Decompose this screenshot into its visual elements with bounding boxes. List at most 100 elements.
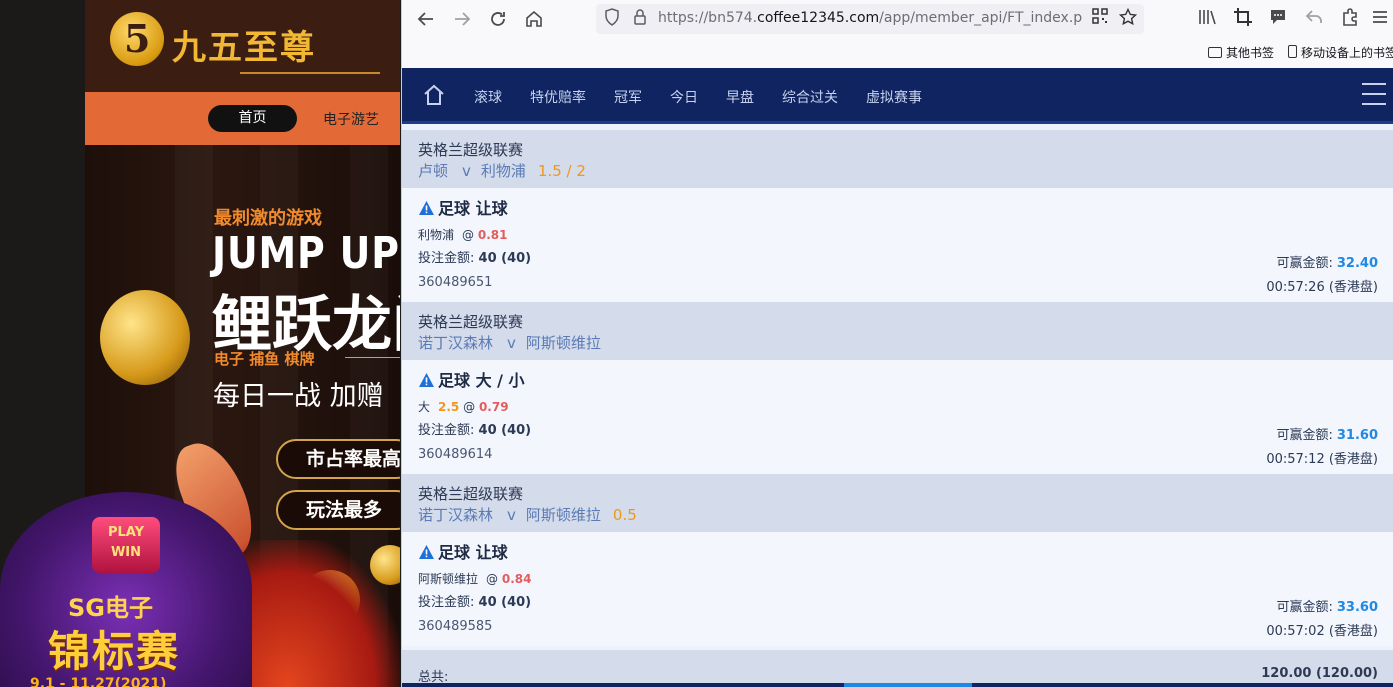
bet-card[interactable]: 足球 让球 利物浦 @ 0.81 投注金额: 40 (40) 可赢金额: 32.40… (402, 188, 1393, 302)
url-text[interactable]: https://bn574.coffee12345.com/app/member… (658, 10, 1082, 26)
pick-selection: 利物浦 (418, 228, 455, 242)
league-header: 英格兰超级联赛 诺丁汉森林 v 阿斯顿维拉 0.5 (402, 474, 1393, 532)
menu-hamburger-icon[interactable] (1368, 7, 1392, 31)
total-bar: 总共: 120.00 (120.00) (402, 650, 1393, 687)
odds-value: 0.79 (478, 400, 509, 414)
reload-icon[interactable] (486, 7, 510, 31)
nav-item-today[interactable]: 今日 (670, 87, 698, 107)
bet-id: 360489651 (418, 275, 493, 290)
win-amount: 32.40 (1336, 256, 1378, 271)
banner-pill-1[interactable]: 市占率最高 (276, 439, 400, 479)
shield-icon[interactable] (602, 8, 622, 30)
nav-item-special-odds[interactable]: 特优赔率 (530, 87, 586, 107)
stake-amount: 40 (40) (478, 595, 532, 610)
back-arrow-icon[interactable] (414, 7, 438, 31)
bet-type-title: 足球 让球 (418, 198, 1378, 220)
site-logo-text[interactable]: 九五至尊 (172, 20, 316, 69)
odds-value: 0.81 (477, 228, 508, 242)
match-line: 诺丁汉森林 v 阿斯顿维拉 0.5 (418, 504, 1378, 526)
nav-item-virtual[interactable]: 虚拟赛事 (866, 87, 922, 107)
league-name: 英格兰超级联赛 (418, 485, 524, 503)
bookmark-folder-other[interactable]: 其他书签 (1208, 44, 1274, 61)
bet-time: 00:57:12 (香港盘) (1266, 452, 1378, 467)
bet-id: 360489585 (418, 619, 493, 634)
lock-icon[interactable] (630, 8, 650, 30)
banner-pill-2[interactable]: 玩法最多 (276, 490, 400, 530)
library-icon[interactable] (1195, 7, 1219, 31)
bookmarks-bar: 其他书签 移动设备上的书签 (402, 38, 1393, 68)
stake-amount: 40 (40) (478, 251, 532, 266)
play-win-badge: PLAY WIN (92, 517, 160, 573)
bet-time: 00:57:26 (香港盘) (1266, 280, 1378, 295)
bookmark-star-icon[interactable] (1118, 7, 1138, 30)
versus-label: v (507, 334, 516, 352)
win-amount: 33.60 (1336, 600, 1378, 615)
bottom-strip-accent (844, 683, 972, 687)
site-nav: 首页 电子游艺 (85, 92, 400, 145)
pick-selection: 大 (418, 400, 431, 414)
win-line: 可赢金额: 33.60 (1276, 600, 1378, 615)
at-sign: @ (463, 400, 476, 414)
away-team: 利物浦 (480, 162, 526, 180)
warning-icon (419, 201, 434, 215)
undo-icon[interactable] (1302, 7, 1326, 31)
side-menu-icon[interactable] (1362, 83, 1386, 105)
away-team: 阿斯顿维拉 (525, 334, 601, 352)
stake-line: 投注金额: 40 (40) (418, 251, 532, 266)
site-nav-home[interactable]: 首页 (208, 105, 297, 132)
bet-history-page: 滚球 特优赔率 冠军 今日 早盘 综合过关 虚拟赛事 英格兰超级联赛 卢顿 v 利物… (402, 68, 1393, 687)
total-value: 120.00 (120.00) (1261, 666, 1378, 681)
league-header: 英格兰超级联赛 卢顿 v 利物浦 1.5 / 2 (402, 130, 1393, 188)
warning-icon (419, 373, 434, 387)
home-icon[interactable] (522, 7, 546, 31)
gold-coin-icon (100, 290, 190, 385)
bookmark-folder-mobile[interactable]: 移动设备上的书签 (1288, 44, 1393, 61)
home-team: 诺丁汉森林 (418, 334, 494, 352)
versus-label: v (462, 162, 471, 180)
folder-icon (1208, 47, 1222, 58)
tournament-date: 9.1 - 11.27(2021) (30, 676, 167, 687)
stake-line: 投注金额: 40 (40) (418, 423, 532, 438)
win-amount: 31.60 (1336, 428, 1378, 443)
extensions-icon[interactable] (1338, 7, 1362, 31)
warning-icon (419, 545, 434, 559)
crop-screenshot-icon[interactable] (1231, 7, 1255, 31)
mobile-icon (1288, 45, 1297, 58)
bet-type-title: 足球 大 / 小 (418, 370, 1378, 392)
nav-item-parlay[interactable]: 综合过关 (782, 87, 838, 107)
home-team: 卢顿 (418, 162, 449, 180)
versus-label: v (507, 506, 516, 524)
pick-selection: 阿斯顿维拉 (418, 572, 479, 586)
home-team: 诺丁汉森林 (418, 506, 494, 524)
nav-item-early[interactable]: 早盘 (726, 87, 754, 107)
away-team: 阿斯顿维拉 (525, 506, 601, 524)
bet-card[interactable]: 足球 让球 阿斯顿维拉 @ 0.84 投注金额: 40 (40) 可赢金额: 33.… (402, 532, 1393, 646)
banner-subtitle: 最刺激的游戏 (214, 208, 322, 229)
site-logo-icon[interactable]: 5 (110, 12, 164, 66)
banner-daily: 每日一战 加赠 (213, 381, 384, 412)
url-bar[interactable]: https://bn574.coffee12345.com/app/member… (596, 4, 1144, 34)
league-name: 英格兰超级联赛 (418, 141, 524, 159)
nav-item-outright[interactable]: 冠军 (614, 87, 642, 107)
handicap-value: 1.5 / 2 (537, 162, 586, 180)
league-header: 英格兰超级联赛 诺丁汉森林 v 阿斯顿维拉 (402, 302, 1393, 360)
bet-card[interactable]: 足球 大 / 小 大 2.5 @ 0.79 投注金额: 40 (40) 可赢金额:… (402, 360, 1393, 474)
qr-code-icon[interactable] (1090, 8, 1110, 30)
banner-divider (345, 357, 400, 358)
chat-bubble-icon[interactable] (1266, 7, 1290, 31)
nav-item-live[interactable]: 滚球 (474, 87, 502, 107)
stake-line: 投注金额: 40 (40) (418, 595, 532, 610)
handicap-value: 0.5 (612, 506, 637, 524)
pick-line: 利物浦 @ 0.81 (418, 227, 1378, 243)
win-line: 可赢金额: 31.60 (1276, 428, 1378, 443)
main-nav: 滚球 特优赔率 冠军 今日 早盘 综合过关 虚拟赛事 (402, 68, 1393, 124)
banner-jump-title: JUMP UP (212, 228, 400, 279)
browser-toolbar: https://bn574.coffee12345.com/app/member… (402, 0, 1393, 38)
banner-categories: 电子 捕鱼 棋牌 (214, 350, 315, 368)
nav-home-icon[interactable] (422, 83, 446, 107)
match-line: 诺丁汉森林 v 阿斯顿维拉 (418, 332, 1378, 354)
bet-time: 00:57:02 (香港盘) (1266, 624, 1378, 639)
forward-arrow-icon[interactable] (450, 7, 474, 31)
site-nav-games[interactable]: 电子游艺 (323, 109, 379, 129)
bet-id: 360489614 (418, 447, 493, 462)
